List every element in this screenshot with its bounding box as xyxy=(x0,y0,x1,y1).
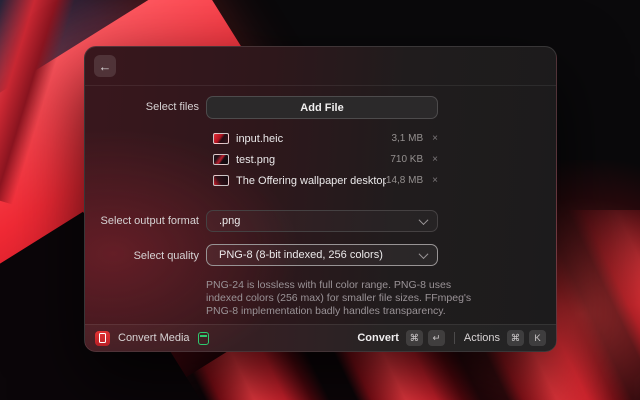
remove-file-icon[interactable]: × xyxy=(432,134,438,144)
back-button[interactable]: ← xyxy=(94,55,116,77)
file-size: 14,8 MB xyxy=(386,175,423,186)
footer-separator xyxy=(454,332,455,344)
chevron-down-icon xyxy=(419,249,429,259)
cmd-key-icon: ⌘ xyxy=(507,330,524,346)
file-thumbnail-icon xyxy=(213,175,229,186)
remove-file-icon[interactable]: × xyxy=(432,155,438,165)
file-thumbnail-icon xyxy=(213,154,229,165)
media-file-icon-line xyxy=(200,335,207,337)
file-row: input.heic 3,1 MB × xyxy=(213,128,438,149)
footer-actions: Convert ⌘ ↵ Actions ⌘ K xyxy=(357,330,546,346)
quality-label: Select quality xyxy=(85,250,199,262)
output-format-label: Select output format xyxy=(85,215,199,227)
file-name: input.heic xyxy=(236,133,391,145)
enter-key-icon: ↵ xyxy=(428,330,445,346)
output-format-value: .png xyxy=(219,215,420,227)
convert-action-button[interactable]: Convert xyxy=(357,332,399,344)
remove-file-icon[interactable]: × xyxy=(432,176,438,186)
footer-app-name: Convert Media xyxy=(118,332,190,344)
chevron-down-icon xyxy=(419,215,429,225)
convert-media-app-icon xyxy=(95,331,110,346)
add-file-button[interactable]: Add File xyxy=(206,96,438,119)
select-files-label: Select files xyxy=(85,101,199,113)
app-icon-frame xyxy=(99,333,106,343)
output-format-dropdown[interactable]: .png xyxy=(206,210,438,232)
window-footer: Convert Media Convert ⌘ ↵ Actions ⌘ K xyxy=(85,324,556,351)
k-key-icon: K xyxy=(529,330,546,346)
add-file-button-label: Add File xyxy=(300,102,343,114)
file-size: 3,1 MB xyxy=(391,133,423,144)
back-arrow-icon: ← xyxy=(99,60,112,73)
file-thumbnail-icon xyxy=(213,133,229,144)
cmd-key-icon: ⌘ xyxy=(406,330,423,346)
quality-value: PNG-8 (8-bit indexed, 256 colors) xyxy=(219,249,420,261)
quality-dropdown[interactable]: PNG-8 (8-bit indexed, 256 colors) xyxy=(206,244,438,266)
file-name: The Offering wallpaper desktop.png xyxy=(236,175,386,187)
convert-media-window: ← Select files Add File input.heic 3,1 M… xyxy=(84,46,557,352)
file-row: The Offering wallpaper desktop.png 14,8 … xyxy=(213,170,438,191)
form-content: Select files Add File input.heic 3,1 MB … xyxy=(85,85,556,324)
media-file-icon xyxy=(198,332,209,345)
quality-description: PNG-24 is lossless with full color range… xyxy=(206,279,474,318)
file-size: 710 KB xyxy=(390,154,423,165)
actions-menu-button[interactable]: Actions xyxy=(464,332,500,344)
file-name: test.png xyxy=(236,154,390,166)
file-row: test.png 710 KB × xyxy=(213,149,438,170)
window-header: ← xyxy=(85,47,556,86)
